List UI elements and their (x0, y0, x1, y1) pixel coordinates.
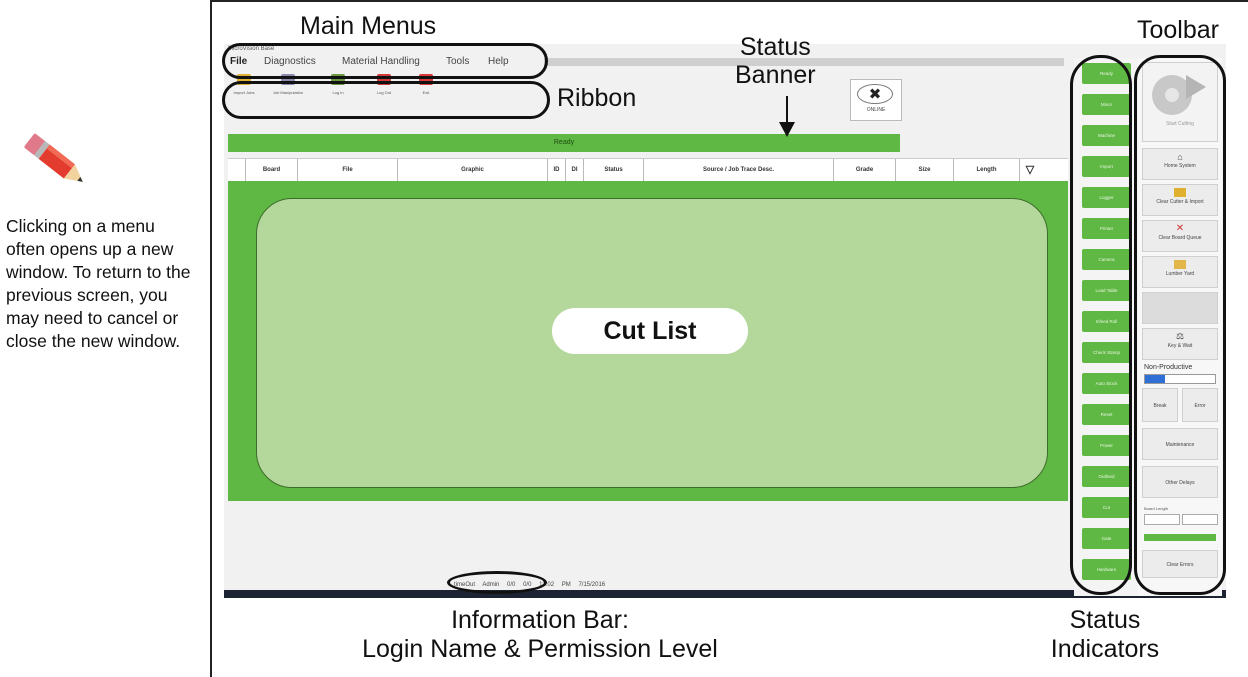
tip-text: Clicking on a menu often opens up a new … (6, 216, 191, 351)
column-source-desc[interactable]: Source / Job Trace Desc. (644, 159, 834, 181)
cut-list-header: Board File Graphic ID DI Status Source /… (228, 158, 1068, 182)
ribbon-label: Ribbon (557, 84, 637, 112)
column-graphic[interactable]: Graphic (398, 159, 548, 181)
online-status-indicator: ✖ ONLINE (850, 79, 902, 121)
column-status[interactable]: Status (584, 159, 644, 181)
pencil-icon (24, 133, 83, 182)
toolbar-callout (1134, 55, 1226, 595)
login-callout (447, 571, 547, 594)
main-menus-label: Main Menus (300, 12, 437, 40)
frame-top-border (210, 0, 1248, 2)
status-indicators-label: Status Indicators (1050, 606, 1160, 663)
column-id[interactable]: ID (548, 159, 566, 181)
arrow-down-icon (779, 96, 795, 137)
column-grade[interactable]: Grade (834, 159, 896, 181)
column-di[interactable]: DI (566, 159, 584, 181)
cut-list-label: Cut List (552, 308, 748, 354)
column-selector (228, 159, 246, 181)
date: 7/15/2016 (578, 582, 606, 588)
status-banner: Ready (228, 134, 900, 152)
toolbar-label: Toolbar (1137, 16, 1219, 44)
column-board[interactable]: Board (246, 159, 298, 181)
frame-left-border (210, 0, 212, 677)
status-indicators-callout (1070, 55, 1132, 595)
column-length[interactable]: Length (954, 159, 1020, 181)
column-size[interactable]: Size (896, 159, 954, 181)
filter-icon[interactable]: ▽ (1020, 159, 1040, 181)
column-file[interactable]: File (298, 159, 398, 181)
main-menus-callout (222, 43, 548, 79)
information-bar-label: Information Bar: Login Name & Permission… (362, 606, 718, 663)
ribbon-callout (222, 81, 550, 119)
tools-icon: ✖ (857, 84, 893, 104)
status-banner-label: Status Banner (735, 33, 816, 89)
